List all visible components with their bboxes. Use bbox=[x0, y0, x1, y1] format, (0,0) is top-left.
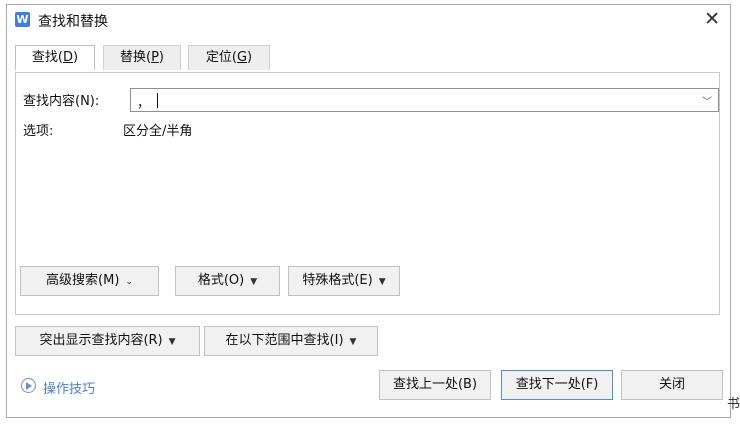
highlight-found-button[interactable]: 突出显示查找内容(R) ▼ bbox=[15, 326, 200, 356]
close-icon[interactable]: ✕ bbox=[704, 8, 720, 30]
format-button[interactable]: 格式(O) ▼ bbox=[175, 266, 280, 296]
find-next-button[interactable]: 查找下一处(F) bbox=[501, 370, 613, 400]
find-previous-button[interactable]: 查找上一处(B) bbox=[379, 370, 491, 400]
find-content-combo[interactable]: ， ﹀ bbox=[130, 88, 719, 112]
dropdown-arrow-icon: ▼ bbox=[378, 277, 386, 287]
tab-replace[interactable]: 替换(P) bbox=[103, 45, 181, 70]
text-caret bbox=[157, 93, 158, 108]
dropdown-arrow-icon: ▼ bbox=[168, 337, 176, 347]
advanced-search-button[interactable]: 高级搜索(M) ⌄ bbox=[20, 266, 159, 296]
title-bar: W 查找和替换 ✕ bbox=[7, 5, 730, 35]
tips-link[interactable]: 操作技巧 bbox=[43, 378, 95, 397]
tab-goto[interactable]: 定位(G) bbox=[188, 45, 270, 70]
tab-find[interactable]: 查找(D) bbox=[15, 45, 95, 70]
special-format-button[interactable]: 特殊格式(E) ▼ bbox=[288, 266, 400, 296]
dropdown-arrow-icon: ▼ bbox=[250, 277, 258, 287]
background-text-fragment: 书 bbox=[726, 397, 740, 412]
find-replace-dialog: W 查找和替换 ✕ 查找(D) 替换(P) 定位(G) 查找内容(N): ， ﹀… bbox=[6, 4, 731, 418]
options-label: 选项: bbox=[23, 124, 54, 139]
search-in-button[interactable]: 在以下范围中查找(I) ▼ bbox=[204, 326, 378, 356]
dropdown-arrow-icon: ▼ bbox=[349, 337, 357, 347]
wps-writer-icon: W bbox=[15, 12, 30, 27]
options-value: 区分全/半角 bbox=[123, 124, 193, 139]
dialog-title: 查找和替换 bbox=[38, 14, 108, 30]
find-content-value: ， bbox=[137, 96, 151, 111]
play-circle-icon[interactable] bbox=[21, 378, 36, 393]
double-chevron-down-icon: ⌄ bbox=[125, 277, 133, 287]
chevron-down-icon[interactable]: ﹀ bbox=[702, 93, 712, 108]
find-content-label: 查找内容(N): bbox=[23, 94, 100, 109]
close-button[interactable]: 关闭 bbox=[621, 370, 723, 400]
